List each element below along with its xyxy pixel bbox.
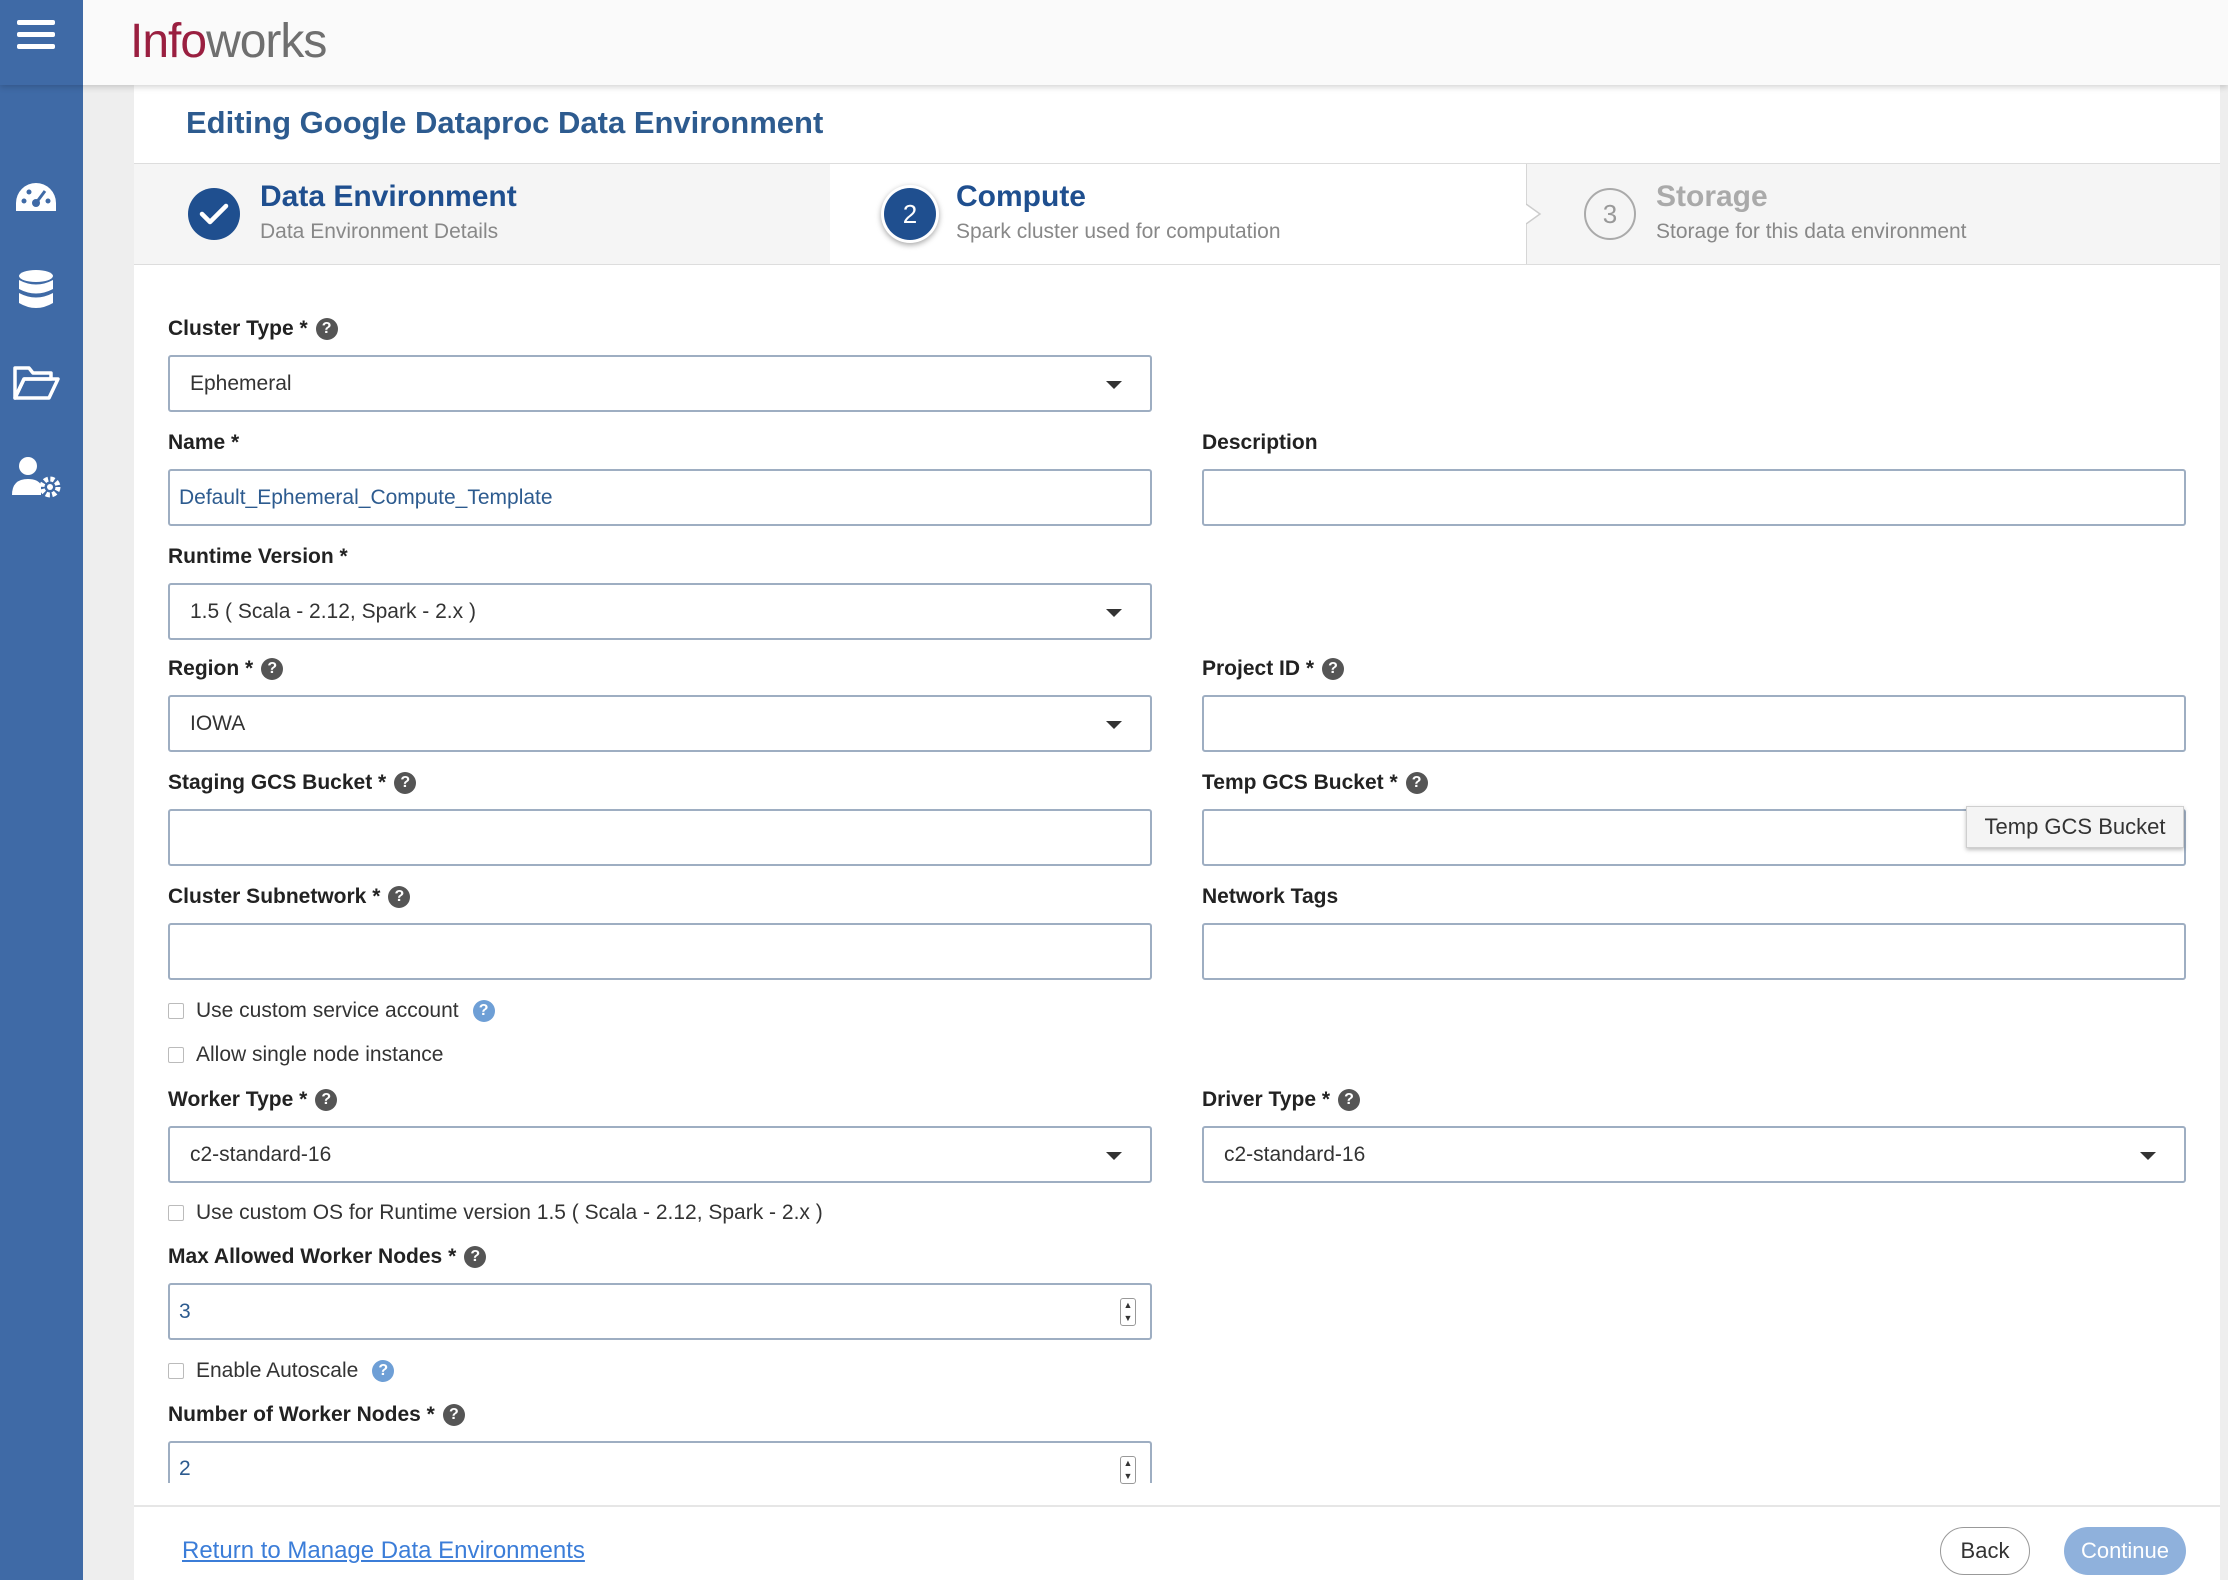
step-title: Data Environment [260, 180, 517, 213]
name-input[interactable]: Default_Ephemeral_Compute_Template [168, 469, 1152, 526]
description-input[interactable] [1202, 469, 2186, 526]
runtime-version-select[interactable]: 1.5 ( Scala - 2.12, Spark - 2.x ) [168, 583, 1152, 640]
infoworks-logo[interactable]: Infoworks [130, 14, 327, 69]
chevron-down-icon [2140, 1152, 2156, 1160]
custom-service-account-checkbox[interactable] [168, 1003, 184, 1019]
user-settings-icon[interactable] [10, 451, 62, 503]
main-panel: Editing Google Dataproc Data Environment… [134, 85, 2220, 1580]
check-icon [188, 188, 240, 240]
project-id-input[interactable] [1202, 695, 2186, 752]
help-icon[interactable]: ? [315, 318, 338, 340]
help-icon[interactable]: ? [442, 1404, 465, 1426]
chevron-down-icon [1106, 721, 1122, 729]
single-node-checkbox[interactable] [168, 1047, 184, 1063]
temp-gcs-bucket-label: Temp GCS Bucket *? [1202, 771, 1428, 795]
chevron-down-icon [1106, 1152, 1122, 1160]
cluster-type-select[interactable]: Ephemeral [168, 355, 1152, 412]
project-id-label: Project ID *? [1202, 657, 1345, 681]
custom-os-checkbox[interactable] [168, 1205, 184, 1221]
single-node-checkbox-row[interactable]: Allow single node instance [168, 1043, 444, 1067]
help-icon[interactable]: ? [1338, 1089, 1361, 1111]
help-icon[interactable]: ? [261, 658, 284, 680]
step-compute[interactable]: 2 Compute Spark cluster used for computa… [830, 164, 1526, 264]
driver-type-label: Driver Type *? [1202, 1088, 1361, 1112]
runtime-version-label: Runtime Version * [168, 545, 348, 568]
driver-type-select[interactable]: c2-standard-16 [1202, 1126, 2186, 1183]
step-title: Storage [1656, 180, 1768, 213]
chevron-down-icon [1106, 609, 1122, 617]
back-button[interactable]: Back [1940, 1527, 2030, 1575]
num-worker-nodes-label: Number of Worker Nodes *? [168, 1403, 465, 1427]
help-icon[interactable]: ? [1405, 772, 1428, 794]
region-label: Region *? [168, 657, 284, 681]
chevron-down-icon [1106, 381, 1122, 389]
sidebar [0, 85, 83, 1580]
help-icon[interactable]: ? [472, 1000, 495, 1022]
step-number: 3 [1584, 188, 1636, 240]
num-worker-nodes-input[interactable]: 2 ▲ ▼ [168, 1441, 1152, 1484]
help-icon[interactable]: ? [464, 1246, 487, 1268]
region-select[interactable]: IOWA [168, 695, 1152, 752]
step-storage[interactable]: 3 Storage Storage for this data environm… [1540, 164, 2220, 264]
step-data-environment[interactable]: Data Environment Data Environment Detail… [134, 164, 830, 264]
step-subtitle: Storage for this data environment [1656, 220, 1967, 243]
database-icon[interactable] [10, 265, 62, 317]
help-icon[interactable]: ? [315, 1089, 338, 1111]
network-tags-label: Network Tags [1202, 885, 1339, 908]
name-label: Name * [168, 431, 240, 454]
wizard-stepper: Data Environment Data Environment Detail… [134, 163, 2220, 265]
step-subtitle: Spark cluster used for computation [956, 220, 1281, 243]
help-icon[interactable]: ? [388, 886, 411, 908]
page-title: Editing Google Dataproc Data Environment [186, 105, 824, 140]
step-number: 2 [884, 188, 936, 240]
step-subtitle: Data Environment Details [260, 220, 499, 243]
return-link[interactable]: Return to Manage Data Environments [182, 1537, 585, 1565]
help-icon[interactable]: ? [1322, 658, 1345, 680]
worker-type-label: Worker Type *? [168, 1088, 338, 1112]
cluster-subnetwork-input[interactable] [168, 923, 1152, 980]
number-spinner-icon[interactable]: ▲ ▼ [1120, 1298, 1136, 1326]
help-icon[interactable]: ? [394, 772, 417, 794]
enable-autoscale-checkbox-row[interactable]: Enable Autoscale? [168, 1359, 395, 1383]
top-bar: Infoworks [0, 0, 2228, 85]
dashboard-icon[interactable] [10, 173, 62, 225]
network-tags-input[interactable] [1202, 923, 2186, 980]
cluster-type-label: Cluster Type *? [168, 317, 338, 341]
custom-service-account-checkbox-row[interactable]: Use custom service account? [168, 999, 495, 1023]
staging-gcs-bucket-label: Staging GCS Bucket *? [168, 771, 417, 795]
max-worker-nodes-label: Max Allowed Worker Nodes *? [168, 1245, 487, 1269]
continue-button[interactable]: Continue [2064, 1527, 2186, 1575]
custom-os-checkbox-row[interactable]: Use custom OS for Runtime version 1.5 ( … [168, 1201, 823, 1225]
max-worker-nodes-input[interactable]: 3 ▲ ▼ [168, 1283, 1152, 1340]
worker-type-select[interactable]: c2-standard-16 [168, 1126, 1152, 1183]
step-title: Compute [956, 180, 1086, 213]
enable-autoscale-checkbox[interactable] [168, 1363, 184, 1379]
description-label: Description [1202, 431, 1318, 454]
folder-icon[interactable] [10, 357, 62, 409]
staging-gcs-bucket-input[interactable] [168, 809, 1152, 866]
help-icon[interactable]: ? [372, 1360, 395, 1382]
number-spinner-icon[interactable]: ▲ ▼ [1120, 1456, 1136, 1484]
hamburger-menu-button[interactable] [0, 0, 83, 85]
cluster-subnetwork-label: Cluster Subnetwork *? [168, 885, 411, 909]
footer: Return to Manage Data Environments Back … [134, 1505, 2220, 1580]
temp-gcs-bucket-tooltip: Temp GCS Bucket [1966, 806, 2184, 848]
